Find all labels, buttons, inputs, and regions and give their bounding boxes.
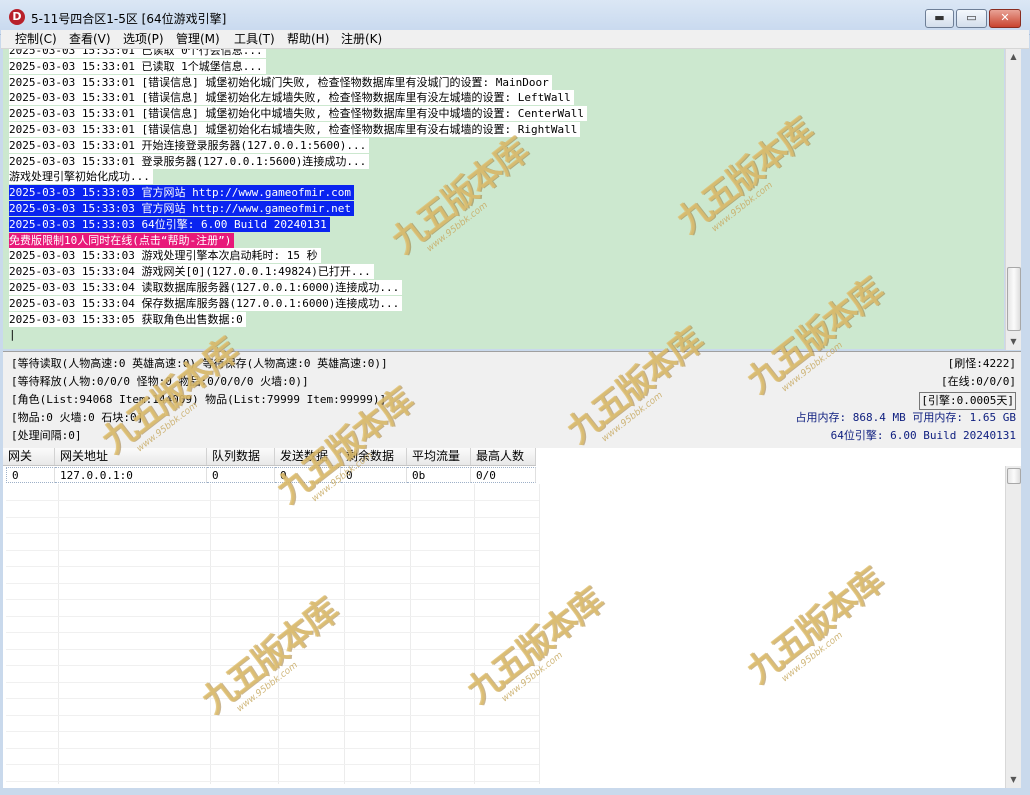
status-roles-items: [角色(List:94068 Item:144009) 物品(List:7999… xyxy=(11,393,387,406)
log-line: 2025-03-03 15:33:04 保存数据库服务器(127.0.0.1:6… xyxy=(9,295,403,311)
log-line: 2025-03-03 15:33:01 [错误信息] 城堡初始化左城墙失败, 检… xyxy=(9,90,574,106)
scrollbar-thumb[interactable] xyxy=(1007,468,1021,484)
status-version: 64位引擎: 6.00 Build 20240131 xyxy=(830,429,1016,442)
menu-bar: 控制(C) 查看(V) 选项(P) 管理(M) 工具(T) 帮助(H) 注册(K… xyxy=(1,30,1029,49)
log-line: | xyxy=(9,328,16,342)
menu-control[interactable]: 控制(C) xyxy=(13,31,59,47)
log-line: 2025-03-03 15:33:01 已读取 0个行会信息... xyxy=(9,49,266,58)
log-line: 2025-03-03 15:33:03 游戏处理引擎本次启动耗时: 15 秒 xyxy=(9,248,321,264)
minimize-button[interactable]: ▬ xyxy=(925,9,954,28)
log-line: 2025-03-03 15:33:01 登录服务器(127.0.0.1:5600… xyxy=(9,153,370,169)
table-cell: 0 xyxy=(6,467,55,483)
table-cell: 0b xyxy=(407,467,471,483)
table-cell: 0 xyxy=(207,467,275,483)
log-line: 2025-03-03 15:33:01 已读取 1个城堡信息... xyxy=(9,58,266,74)
maximize-button[interactable]: ▭ xyxy=(956,9,987,28)
log-line: 2025-03-03 15:33:01 [错误信息] 城堡初始化中城墙失败, 检… xyxy=(9,106,588,122)
menu-tools[interactable]: 工具(T) xyxy=(232,31,277,47)
grid-scrollbar[interactable]: ▼ xyxy=(1005,466,1021,788)
status-interval: [处理间隔:0] xyxy=(11,429,82,442)
log-line: 游戏处理引擎初始化成功... xyxy=(9,169,153,185)
scroll-down-arrow-icon[interactable]: ▼ xyxy=(1007,335,1020,349)
status-items-walls: [物品:0 火墙:0 石块:0] xyxy=(11,411,144,424)
status-wait-release: [等待释放(人物:0/0/0 怪物:0 物品:0/0/0/0 火墙:0)] xyxy=(11,375,309,388)
menu-manage[interactable]: 管理(M) xyxy=(174,31,222,47)
status-wait-read: [等待读取(人物高速:0 英雄高速:0) 等待保存(人物高速:0 英雄高速:0)… xyxy=(11,357,388,370)
grid-header: 网关 网关地址 队列数据 发送数据 剩余数据 平均流量 最高人数 xyxy=(3,448,536,466)
log-line: 2025-03-03 15:33:05 获取角色出售数据:0 xyxy=(9,311,246,327)
table-cell: 127.0.0.1:0 xyxy=(55,467,207,483)
log-line: 2025-03-03 15:33:03 官方网站 http://www.game… xyxy=(9,185,355,201)
column-header[interactable]: 网关地址 xyxy=(55,448,207,465)
log-line: 2025-03-03 15:33:03 64位引擎: 6.00 Build 20… xyxy=(9,216,330,232)
menu-options[interactable]: 选项(P) xyxy=(121,31,166,47)
status-panel: [等待读取(人物高速:0 英雄高速:0) 等待保存(人物高速:0 英雄高速:0)… xyxy=(3,351,1021,449)
log-line: 2025-03-03 15:33:01 开始连接登录服务器(127.0.0.1:… xyxy=(9,137,370,153)
column-header[interactable]: 剩余数据 xyxy=(341,448,407,465)
table-cell: 0 xyxy=(341,467,407,483)
status-engine: [引擎:0.0005天] xyxy=(919,392,1016,410)
log-line: 2025-03-03 15:33:04 游戏网关[0](127.0.0.1:49… xyxy=(9,264,374,280)
status-refresh-monsters: [刷怪:4222] xyxy=(947,357,1016,370)
log-scrollbar[interactable]: ▲ ▼ xyxy=(1005,49,1021,350)
window-title: 5-11号四合区1-5区 [64位游戏引擎] xyxy=(31,12,227,26)
log-panel[interactable]: 2025-03-03 15:33:01 已读取 0个行会信息... 2025-03… xyxy=(3,49,1004,349)
status-online: [在线:0/0/0] xyxy=(941,375,1016,388)
column-header[interactable]: 最高人数 xyxy=(471,448,536,465)
status-memory: 占用内存: 868.4 MB 可用内存: 1.65 GB xyxy=(795,411,1016,424)
menu-view[interactable]: 查看(V) xyxy=(67,31,113,47)
log-line: 2025-03-03 15:33:01 [错误信息] 城堡初始化右城墙失败, 检… xyxy=(9,122,581,137)
column-header[interactable]: 平均流量 xyxy=(407,448,471,465)
menu-help[interactable]: 帮助(H) xyxy=(285,31,331,47)
table-cell: 0 xyxy=(275,467,341,483)
table-cell: 0/0 xyxy=(471,467,536,483)
column-header[interactable]: 发送数据 xyxy=(275,448,341,465)
log-line: 2025-03-03 15:33:01 [错误信息] 城堡初始化城门失败, 检查… xyxy=(9,74,552,90)
log-line: 2025-03-03 15:33:03 官方网站 http://www.game… xyxy=(9,201,355,216)
log-line: 2025-03-03 15:33:04 读取数据库服务器(127.0.0.1:6… xyxy=(9,280,403,295)
scroll-up-arrow-icon[interactable]: ▲ xyxy=(1007,50,1020,64)
scroll-down-arrow-icon[interactable]: ▼ xyxy=(1007,773,1020,787)
menu-register[interactable]: 注册(K) xyxy=(339,31,384,47)
scrollbar-thumb[interactable] xyxy=(1007,267,1021,331)
column-header[interactable]: 队列数据 xyxy=(207,448,275,465)
close-button[interactable]: ✕ xyxy=(989,9,1021,28)
column-header[interactable]: 网关 xyxy=(3,448,55,465)
app-logo-icon[interactable]: D xyxy=(9,9,25,25)
gateway-grid[interactable]: 网关 网关地址 队列数据 发送数据 剩余数据 平均流量 最高人数 0 127.0… xyxy=(3,448,1021,788)
log-line: 免费版限制10人同时在线(点击“帮助-注册”) xyxy=(9,232,235,248)
table-row[interactable]: 0 127.0.0.1:0 0 0 0 0b 0/0 xyxy=(6,467,539,483)
